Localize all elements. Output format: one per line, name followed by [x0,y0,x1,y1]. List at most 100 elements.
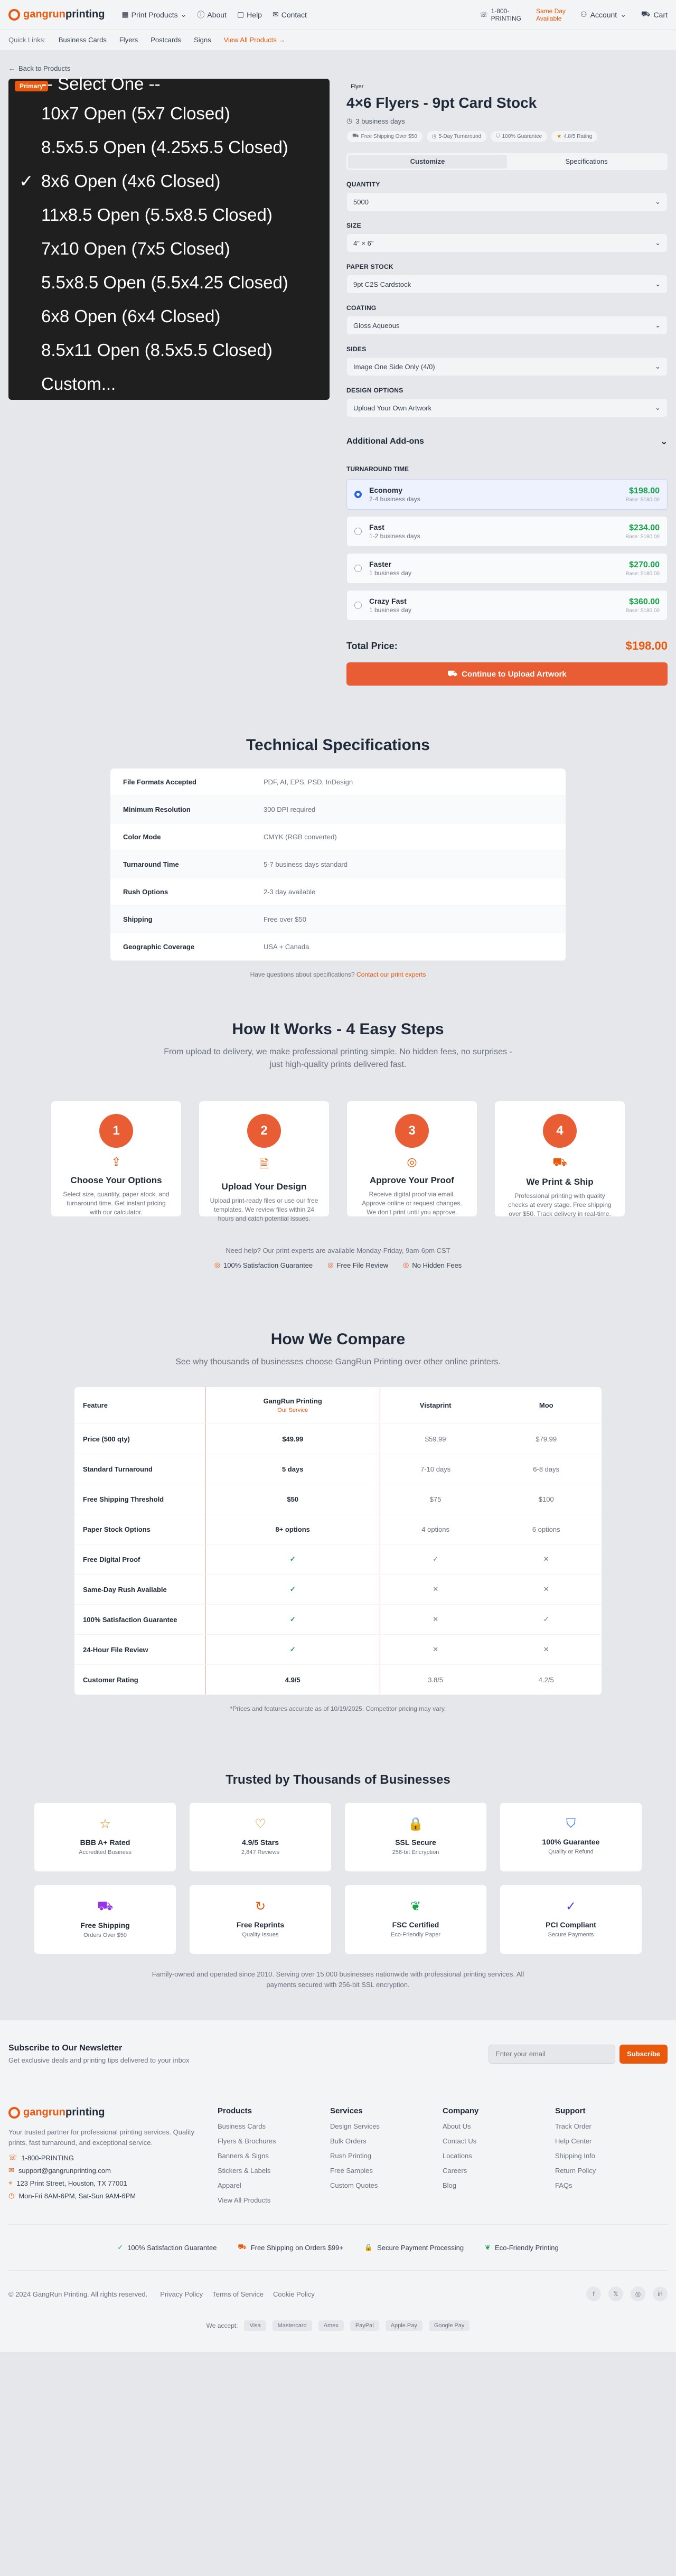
turnaround-option[interactable]: Economy 2-4 business days $198.00 Base: $18… [346,479,668,510]
turnaround-options: Economy 2-4 business days $198.00 Base: $18… [346,479,668,621]
step-number: 1 [99,1114,133,1148]
continue-upload-button[interactable]: ⛟ Continue to Upload Artwork [346,662,668,686]
cart-button[interactable]: ⛟ Cart [641,10,668,20]
spec-value: 300 DPI required [264,805,316,813]
footer-link[interactable]: Apparel [218,2181,330,2189]
footer-logo[interactable]: gangrun printing [8,2106,218,2119]
footer-link[interactable]: Help Center [555,2137,668,2145]
nav-print-products[interactable]: ▦ Print Products ⌄ [121,10,186,19]
turnaround-option[interactable]: Fast 1-2 business days $234.00 Base: $180.0… [346,516,668,547]
quick-link-signs[interactable]: Signs [194,36,211,44]
logo[interactable]: gangrun printing [8,8,105,21]
facebook-icon[interactable]: f [586,2287,601,2301]
field-select[interactable]: Upload Your Own Artwork ⌄ [346,398,668,417]
turnaround-name: Faster [369,560,392,568]
dropdown-option[interactable]: 8.5x5.5 Open (4.25x5.5 Closed) [8,130,330,164]
linkedin-icon[interactable]: in [653,2287,668,2301]
spec-key: Shipping [123,915,153,923]
footer-column: Services Design Services Bulk Orders Rush P… [330,2106,443,2204]
footer-link[interactable]: Custom Quotes [330,2181,443,2189]
step-card: 2 🗎 Upload Your Design Upload print-ready f… [199,1101,330,1222]
dropdown-option[interactable]: Custom... [8,367,330,401]
footer-column: Support Track Order Help Center Shipping In… [555,2106,668,2204]
terms-link[interactable]: Terms of Service [212,2290,264,2298]
footer-link[interactable]: Track Order [555,2122,668,2130]
tab-customize[interactable]: Customize [348,155,507,168]
nav-help[interactable]: ▢ Help [237,10,262,19]
turnaround-option[interactable]: Faster 1 business day $270.00 Base: $180.00 [346,553,668,584]
compare-feature: 24-Hour File Review [83,1645,148,1654]
dropdown-option[interactable]: 6x8 Open (6x4 Closed) [8,299,330,333]
footer-link[interactable]: Locations [443,2152,555,2160]
footer-link[interactable]: Design Services [330,2122,443,2130]
field-select[interactable]: Gloss Aqueous ⌄ [346,316,668,335]
turnaround-option[interactable]: Crazy Fast 1 business day $360.00 Base: $18… [346,590,668,621]
footer-link[interactable]: Rush Printing [330,2152,443,2160]
field-select[interactable]: Image One Side Only (4/0) ⌄ [346,357,668,376]
footer-link[interactable]: Business Cards [218,2122,330,2130]
footer-link[interactable]: Shipping Info [555,2152,668,2160]
turnaround-info: Economy 2-4 business days [369,486,420,503]
nav-label: Print Products [131,10,178,19]
field-select[interactable]: 9pt C2S Cardstock ⌄ [346,275,668,294]
radio-button[interactable] [354,491,362,498]
spec-row: Minimum Resolution 300 DPI required [110,796,566,823]
tab-specifications[interactable]: Specifications [507,155,666,168]
arrow-right-icon: → [278,36,286,44]
nav-about[interactable]: ⓘ About [197,10,227,20]
radio-button[interactable] [354,528,362,535]
size-options-dropdown[interactable]: Primary -- Select One -- 10x7 Open (5x7 C… [8,75,330,401]
contact-experts-link[interactable]: Contact our print experts [356,971,426,978]
footer-link[interactable]: Return Policy [555,2167,668,2175]
check-circle-icon: ◎ [403,1261,409,1269]
footer-link[interactable]: Free Samples [330,2167,443,2175]
instagram-icon[interactable]: ◎ [631,2287,645,2301]
quick-link-postcards[interactable]: Postcards [151,36,181,44]
phone-link[interactable]: ☏ 1-800- PRINTING [480,7,521,22]
dropdown-option[interactable]: 8.5x11 Open (8.5x5.5 Closed) [8,333,330,367]
privacy-policy-link[interactable]: Privacy Policy [160,2290,203,2298]
account-button[interactable]: ⚇ Account ⌄ [580,10,626,19]
dropdown-option[interactable]: 10x7 Open (5x7 Closed) [8,97,330,130]
nav-contact[interactable]: ✉ Contact [273,10,307,19]
footer-link[interactable]: Blog [443,2181,555,2189]
footer-link[interactable]: Careers [443,2167,555,2175]
footer-badge-secure: 🔒 Secure Payment Processing [364,2243,464,2252]
dropdown-option[interactable]: 11x8.5 Open (5.5x8.5 Closed) [8,198,330,232]
dropdown-option[interactable]: -- Select One -- [8,75,330,92]
field-select[interactable]: 5000 ⌄ [346,192,668,211]
subscribe-button[interactable]: Subscribe [619,2044,668,2064]
dropdown-option[interactable]: 5.5x8.5 Open (5.5x4.25 Closed) [8,266,330,299]
dropdown-option[interactable]: ✓ 8x6 Open (4x6 Closed) [8,164,330,198]
footer-link[interactable]: View All Products [218,2196,330,2204]
quick-link-business-cards[interactable]: Business Cards [59,36,107,44]
trust-card: ❦ FSC Certified Eco-Friendly Paper [344,1885,487,1954]
footer-link[interactable]: Flyers & Brochures [218,2137,330,2145]
turnaround-label: TURNAROUND TIME [346,465,409,473]
footer-link[interactable]: Bulk Orders [330,2137,443,2145]
footer-link[interactable]: About Us [443,2122,555,2130]
radio-button[interactable] [354,565,362,572]
view-all-products-link[interactable]: View All Products → [224,36,286,44]
dropdown-option[interactable]: 7x10 Open (7x5 Closed) [8,232,330,266]
footer-phone[interactable]: ☏ 1-800-PRINTING [8,2153,218,2162]
trust-title: BBB A+ Rated [80,1838,130,1847]
additional-addons-toggle[interactable]: Additional Add-ons ⌄ [346,436,668,456]
field-label: PAPER STOCK [346,263,393,270]
radio-button[interactable] [354,602,362,609]
footer-link[interactable]: Banners & Signs [218,2152,330,2160]
footer-link[interactable]: FAQs [555,2181,668,2189]
twitter-icon[interactable]: 𝕏 [608,2287,623,2301]
footer-email[interactable]: ✉ support@gangrunprinting.com [8,2166,218,2175]
footer-link[interactable]: Contact Us [443,2137,555,2145]
cookie-policy-link[interactable]: Cookie Policy [273,2290,315,2298]
field-select[interactable]: 4" × 6" ⌄ [346,233,668,252]
base-price: Base: $180.00 [625,497,660,503]
footer-link[interactable]: Stickers & Labels [218,2167,330,2175]
footer-column: Company About Us Contact Us Locations Career… [443,2106,555,2204]
newsletter-email-input[interactable] [489,2044,616,2064]
option-label: 7x10 Open (7x5 Closed) [41,239,230,258]
user-icon: ⚇ [580,10,587,18]
footer-column: Products Business Cards Flyers & Brochures… [218,2106,330,2204]
quick-link-flyers[interactable]: Flyers [119,36,138,44]
